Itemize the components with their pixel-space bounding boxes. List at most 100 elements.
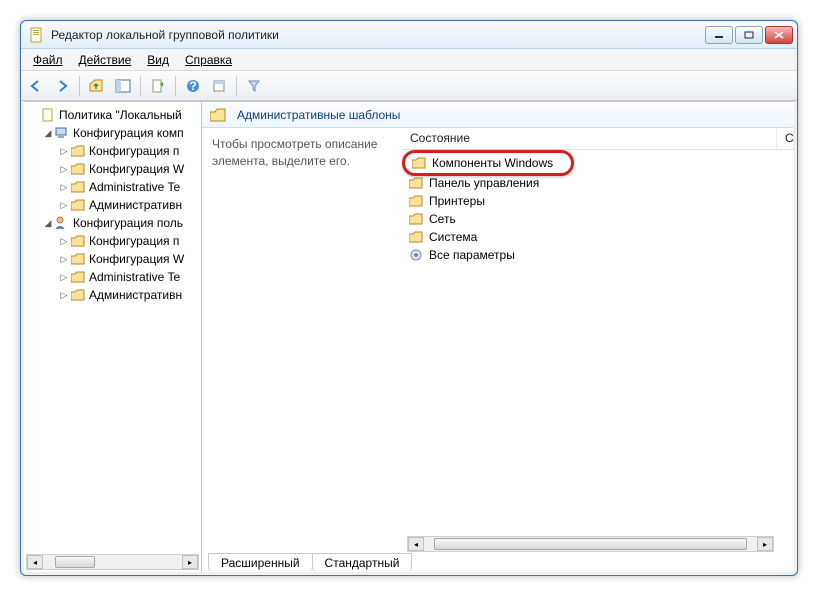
folder-icon (70, 269, 86, 285)
folder-icon (70, 179, 86, 195)
toolbar-separator (175, 76, 176, 96)
tree-label: Administrative Te (89, 180, 180, 194)
tree-item[interactable]: ▷ Конфигурация W (24, 250, 201, 268)
content-header: Административные шаблоны (202, 102, 794, 128)
toolbar-separator (79, 76, 80, 96)
tree-user-config[interactable]: ◢ Конфигурация поль (24, 214, 201, 232)
column-state[interactable]: Состояние (402, 128, 777, 149)
twister-expand-icon[interactable]: ▷ (58, 272, 70, 283)
tree-label: Конфигурация W (89, 162, 184, 176)
window-controls (703, 26, 793, 44)
twister-expand-icon[interactable]: ▷ (58, 200, 70, 211)
tree-label: Конфигурация поль (73, 216, 183, 230)
twister-collapse-icon[interactable]: ◢ (42, 218, 54, 229)
list-item-label: Сеть (429, 212, 456, 226)
tree-item[interactable]: ▷ Административн (24, 286, 201, 304)
show-hide-tree-button[interactable] (112, 75, 134, 97)
content-area: Политика "Локальный ◢ Конфигурация комп … (24, 101, 794, 572)
menu-view[interactable]: Вид (139, 51, 177, 69)
scroll-thumb[interactable] (55, 556, 95, 568)
folder-icon (70, 143, 86, 159)
description-line: Чтобы просмотреть описание (212, 136, 392, 153)
tree-panel: Политика "Локальный ◢ Конфигурация комп … (24, 102, 202, 572)
scroll-track[interactable] (424, 537, 757, 551)
tree-item[interactable]: ▷ Конфигурация п (24, 232, 201, 250)
list-item[interactable]: Сеть (404, 210, 794, 228)
twister-expand-icon[interactable]: ▷ (58, 146, 70, 157)
settings-icon (408, 247, 424, 263)
menu-help[interactable]: Справка (177, 51, 240, 69)
back-button[interactable] (25, 75, 47, 97)
tab-extended[interactable]: Расширенный (208, 553, 313, 572)
properties-button[interactable] (208, 75, 230, 97)
tree-label: Конфигурация W (89, 252, 184, 266)
list-item-label: Компоненты Windows (432, 156, 553, 170)
tab-standard[interactable]: Стандартный (312, 553, 413, 572)
twister-collapse-icon[interactable]: ◢ (42, 128, 54, 139)
folder-icon (408, 229, 424, 245)
description-text: Чтобы просмотреть описание элемента, выд… (202, 128, 402, 572)
tree-label: Административн (89, 288, 182, 302)
tree-label: Конфигурация п (89, 234, 179, 248)
scroll-left-icon[interactable]: ◂ (27, 555, 43, 569)
list-item-label: Система (429, 230, 477, 244)
list-item-label: Панель управления (429, 176, 539, 190)
filter-button[interactable] (243, 75, 265, 97)
list-area: Состояние С Компоненты Windows Панель уп… (402, 128, 794, 572)
folder-icon (70, 251, 86, 267)
tree-label: Конфигурация п (89, 144, 179, 158)
item-list: Компоненты Windows Панель управления При… (402, 150, 794, 572)
menu-file[interactable]: Файл (25, 51, 71, 69)
window-title: Редактор локальной групповой политики (51, 28, 703, 42)
list-item[interactable]: Панель управления (404, 174, 794, 192)
list-item-windows-components[interactable]: Компоненты Windows (402, 150, 574, 176)
tree-item[interactable]: ▷Административн (24, 196, 201, 214)
twister-expand-icon[interactable]: ▷ (58, 182, 70, 193)
folder-icon (70, 197, 86, 213)
minimize-button[interactable] (705, 26, 733, 44)
tree-item[interactable]: ▷ Administrative Te (24, 268, 201, 286)
twister-expand-icon[interactable]: ▷ (58, 254, 70, 265)
close-button[interactable] (765, 26, 793, 44)
toolbar-separator (236, 76, 237, 96)
column-extra[interactable]: С (777, 128, 794, 149)
tree-label: Конфигурация комп (73, 126, 184, 140)
view-tabs: Расширенный Стандартный (202, 552, 794, 572)
list-item[interactable]: Система (404, 228, 794, 246)
tree-horizontal-scrollbar[interactable]: ◂ ▸ (26, 554, 199, 570)
help-button[interactable]: ? (182, 75, 204, 97)
content-heading: Административные шаблоны (237, 108, 400, 122)
list-item-all-settings[interactable]: Все параметры (404, 246, 794, 264)
tree-label: Administrative Te (89, 270, 180, 284)
twister-expand-icon[interactable]: ▷ (58, 236, 70, 247)
scroll-right-icon[interactable]: ▸ (757, 537, 773, 551)
policy-icon (40, 107, 56, 123)
folder-icon (408, 211, 424, 227)
maximize-button[interactable] (735, 26, 763, 44)
twister-expand-icon[interactable]: ▷ (58, 164, 70, 175)
scroll-right-icon[interactable]: ▸ (182, 555, 198, 569)
details-panel: Административные шаблоны Чтобы просмотре… (202, 102, 794, 572)
list-item[interactable]: Принтеры (404, 192, 794, 210)
toolbar: ? (21, 71, 797, 101)
column-headers: Состояние С (402, 128, 794, 150)
tree-item[interactable]: ▷ Конфигурация W (24, 160, 201, 178)
tree-computer-config[interactable]: ◢ Конфигурация комп (24, 124, 201, 142)
refresh-button[interactable] (147, 75, 169, 97)
folder-icon (408, 175, 424, 191)
folder-icon (70, 161, 86, 177)
list-horizontal-scrollbar[interactable]: ◂ ▸ (407, 536, 774, 552)
scroll-thumb[interactable] (434, 538, 747, 550)
twister-expand-icon[interactable]: ▷ (58, 290, 70, 301)
tree-item[interactable]: ▷ Конфигурация п (24, 142, 201, 160)
menu-action[interactable]: Действие (71, 51, 140, 69)
scroll-track[interactable] (43, 555, 182, 569)
forward-button[interactable] (51, 75, 73, 97)
tree-root[interactable]: Политика "Локальный (24, 106, 201, 124)
up-button[interactable] (86, 75, 108, 97)
scroll-left-icon[interactable]: ◂ (408, 537, 424, 551)
tree-item[interactable]: ▷ Administrative Te (24, 178, 201, 196)
list-item-label: Все параметры (429, 248, 515, 262)
title-bar[interactable]: Редактор локальной групповой политики (21, 21, 797, 49)
folder-icon (210, 107, 226, 123)
